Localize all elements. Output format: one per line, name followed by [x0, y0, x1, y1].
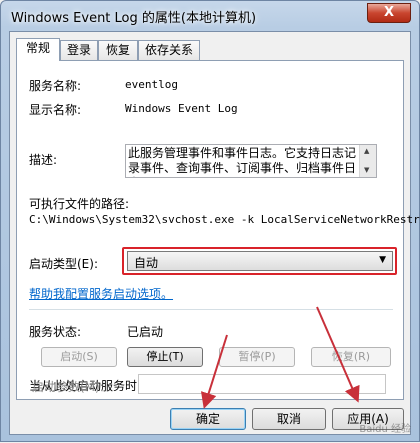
- tab-dependencies[interactable]: 依存关系: [138, 40, 200, 60]
- highlight-box: [122, 247, 397, 275]
- exe-path-value: C:\Windows\System32\svchost.exe -k Local…: [29, 213, 420, 226]
- stop-button[interactable]: 停止(T): [127, 347, 203, 367]
- description-scrollbar[interactable]: ▲ ▼: [359, 145, 376, 177]
- dialog-window: Windows Event Log 的属性(本地计算机) X 常规 登录 恢复 …: [0, 0, 420, 442]
- window-title: Windows Event Log 的属性(本地计算机): [11, 11, 257, 26]
- startup-type-label: 启动类型(E):: [29, 257, 98, 271]
- tab-recovery[interactable]: 恢复: [98, 40, 138, 60]
- start-params-label: 启动参数(M):: [32, 380, 104, 394]
- service-status-label: 服务状态:: [29, 325, 82, 339]
- general-panel: 服务名称: eventlog 显示名称: Windows Event Log 描…: [16, 60, 420, 400]
- start-params-input[interactable]: [138, 374, 386, 394]
- cancel-button[interactable]: 取消: [252, 408, 326, 430]
- service-name-label: 服务名称:: [29, 79, 82, 93]
- title-bar[interactable]: Windows Event Log 的属性(本地计算机) X: [1, 1, 419, 31]
- description-label: 描述:: [29, 153, 58, 167]
- service-status-value: 已启动: [127, 325, 164, 339]
- pause-button[interactable]: 暂停(P): [219, 347, 295, 367]
- watermark: Baidu 经验: [359, 424, 411, 435]
- ok-button[interactable]: 确定: [170, 408, 246, 430]
- tab-logon[interactable]: 登录: [60, 40, 98, 60]
- help-link[interactable]: 帮助我配置服务启动选项。: [29, 285, 173, 302]
- display-name-value: Windows Event Log: [125, 102, 238, 115]
- description-text: 此服务管理事件和事件日志。它支持日志记录事件、查询事件、订阅事件、归档事件日志以: [128, 146, 357, 177]
- exe-path-label: 可执行文件的路径:: [29, 197, 130, 211]
- description-box[interactable]: 此服务管理事件和事件日志。它支持日志记录事件、查询事件、订阅事件、归档事件日志以…: [125, 144, 377, 178]
- scroll-up-icon[interactable]: ▲: [364, 147, 369, 155]
- display-name-label: 显示名称:: [29, 103, 82, 117]
- tab-general[interactable]: 常规: [16, 38, 60, 61]
- section-divider: [29, 309, 393, 310]
- service-name-value: eventlog: [125, 78, 178, 91]
- close-button[interactable]: X: [367, 3, 411, 23]
- start-button[interactable]: 启动(S): [41, 347, 117, 367]
- resume-button[interactable]: 恢复(R): [311, 347, 391, 367]
- dialog-client: 常规 登录 恢复 依存关系 服务名称: eventlog 显示名称: Windo…: [9, 31, 420, 435]
- scroll-down-icon[interactable]: ▼: [364, 166, 369, 174]
